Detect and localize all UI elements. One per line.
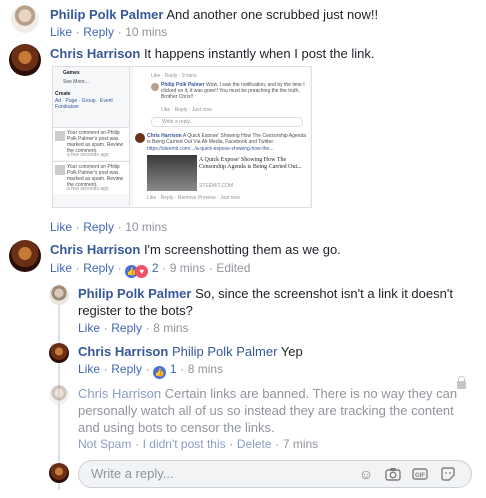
notification-time: a few seconds ago <box>67 152 109 158</box>
nested-meta: Like · Reply · 9 mins <box>151 73 197 79</box>
didnt-post-link[interactable]: I didn't post this <box>143 437 226 451</box>
reply-link[interactable]: Reply <box>83 220 114 234</box>
reply-author[interactable]: Chris Harrison <box>78 386 161 401</box>
reply-author[interactable]: Chris Harrison <box>78 344 168 359</box>
mention-link[interactable]: Philip Polk Palmer <box>172 344 278 359</box>
nested-meta: Like · Reply · Remove Preview · Just now <box>147 195 240 201</box>
comment-actions: Like · Reply · 10 mins <box>50 25 168 39</box>
like-link[interactable]: Like <box>78 362 100 376</box>
comment-actions: Like · Reply · 👍 ♥ 2 · 9 mins · Edited <box>50 260 251 278</box>
reply-text: So, since the screenshot isn't a link it… <box>195 286 453 301</box>
reply-text: Yep <box>280 344 303 359</box>
reply-text: and using bots to censor the links. <box>78 420 275 435</box>
comment-text: I'm screenshotting them as we go. <box>143 242 341 257</box>
like-link[interactable]: Like <box>78 321 100 335</box>
not-spam-link[interactable]: Not Spam <box>78 437 131 451</box>
nested-reply-placeholder: Write a reply... <box>162 119 194 125</box>
reply-body: Philip Polk Palmer So, since the screens… <box>78 285 453 319</box>
reaction-count: 1 <box>169 362 177 376</box>
comment-text: And another one scrubbed just now!! <box>166 7 379 22</box>
spam-actions: Not Spam · I didn't post this · Delete ·… <box>78 437 319 451</box>
reply-body: Chris Harrison Philip Polk Palmer Yep <box>78 343 303 360</box>
avatar[interactable] <box>9 44 41 76</box>
reaction-count: 2 <box>151 261 159 275</box>
reactions[interactable]: 👍 ♥ 2 <box>125 260 162 278</box>
svg-text:GIF: GIF <box>415 473 425 479</box>
reply-link[interactable]: Reply <box>83 25 114 39</box>
reply-link[interactable]: Reply <box>111 321 142 335</box>
reply-author[interactable]: Philip Polk Palmer <box>78 286 191 301</box>
love-reaction-icon: ♥ <box>135 265 149 278</box>
like-link[interactable]: Like <box>50 261 72 275</box>
avatar[interactable] <box>49 285 69 305</box>
timestamp[interactable]: 10 mins <box>125 220 167 234</box>
camera-icon[interactable] <box>385 466 401 482</box>
notification-text: Your comment on Philip Polk Palmer's pos… <box>67 164 124 188</box>
like-reaction-icon: 👍 <box>153 366 167 379</box>
avatar <box>49 463 69 483</box>
reply-text: Certain links are banned. There is no wa… <box>164 386 458 401</box>
link-card-title: A Quick Expose' Showing How The Censorsh… <box>199 157 302 170</box>
avatar[interactable] <box>11 5 39 33</box>
sticker-icon[interactable] <box>440 466 456 482</box>
reply-text: personally watch all of us so instead th… <box>78 403 454 418</box>
fundraiser-label: Fundraiser <box>55 104 79 110</box>
like-link[interactable]: Like <box>50 25 72 39</box>
reply-link[interactable]: Reply <box>111 362 142 376</box>
comment-body: Chris Harrison It happens instantly when… <box>50 45 374 62</box>
timestamp[interactable]: 7 mins <box>283 437 318 451</box>
reply-actions: Like · Reply · 8 mins <box>78 321 189 335</box>
games-label: Games <box>63 70 80 76</box>
reply-actions: Like · Reply · 👍 1 · 8 mins <box>78 361 224 379</box>
timestamp[interactable]: 8 mins <box>188 362 223 376</box>
comment-text: It happens instantly when I post the lin… <box>143 46 375 61</box>
reply-composer[interactable]: ☺ GIF <box>78 460 472 488</box>
comment-author[interactable]: Chris Harrison <box>50 46 140 61</box>
link-card-domain: STEEMIT.COM <box>199 183 234 189</box>
comment-body: Philip Polk Palmer And another one scrub… <box>50 6 378 23</box>
comment-author[interactable]: Philip Polk Palmer <box>50 7 163 22</box>
like-link[interactable]: Like <box>50 220 72 234</box>
reactions[interactable]: 👍 1 <box>153 361 180 379</box>
nested-meta: Like · Reply · Just now <box>161 107 212 113</box>
see-more-label: See More... <box>63 79 89 85</box>
emoji-icon[interactable]: ☺ <box>358 466 374 482</box>
comment-image-attachment[interactable]: Games See More... Create Ad · Page · Gro… <box>52 66 312 208</box>
delete-link[interactable]: Delete <box>237 437 272 451</box>
create-label: Create <box>55 91 71 97</box>
timestamp[interactable]: 10 mins <box>125 25 167 39</box>
timestamp[interactable]: 9 mins <box>170 261 205 275</box>
avatar[interactable] <box>9 240 41 272</box>
avatar[interactable] <box>49 385 69 405</box>
lock-icon <box>457 376 466 389</box>
gif-icon[interactable]: GIF <box>412 466 428 482</box>
reply-text: register to the bots? <box>78 303 193 318</box>
edited-label[interactable]: Edited <box>216 261 250 275</box>
nested-url: https://steemit.com/.../a-quick-expose-s… <box>147 146 274 152</box>
reply-body: Chris Harrison Certain links are banned.… <box>78 385 457 436</box>
comment-author[interactable]: Chris Harrison <box>50 242 140 257</box>
timestamp[interactable]: 8 mins <box>153 321 188 335</box>
notification-time: a few seconds ago <box>67 186 109 192</box>
avatar[interactable] <box>49 343 69 363</box>
reply-input[interactable] <box>89 465 343 482</box>
comment-actions: Like · Reply · 10 mins <box>50 220 168 234</box>
reply-link[interactable]: Reply <box>83 261 114 275</box>
notification-text: Your comment on Philip Polk Palmer's pos… <box>67 130 124 154</box>
comment-body: Chris Harrison I'm screenshotting them a… <box>50 241 341 258</box>
